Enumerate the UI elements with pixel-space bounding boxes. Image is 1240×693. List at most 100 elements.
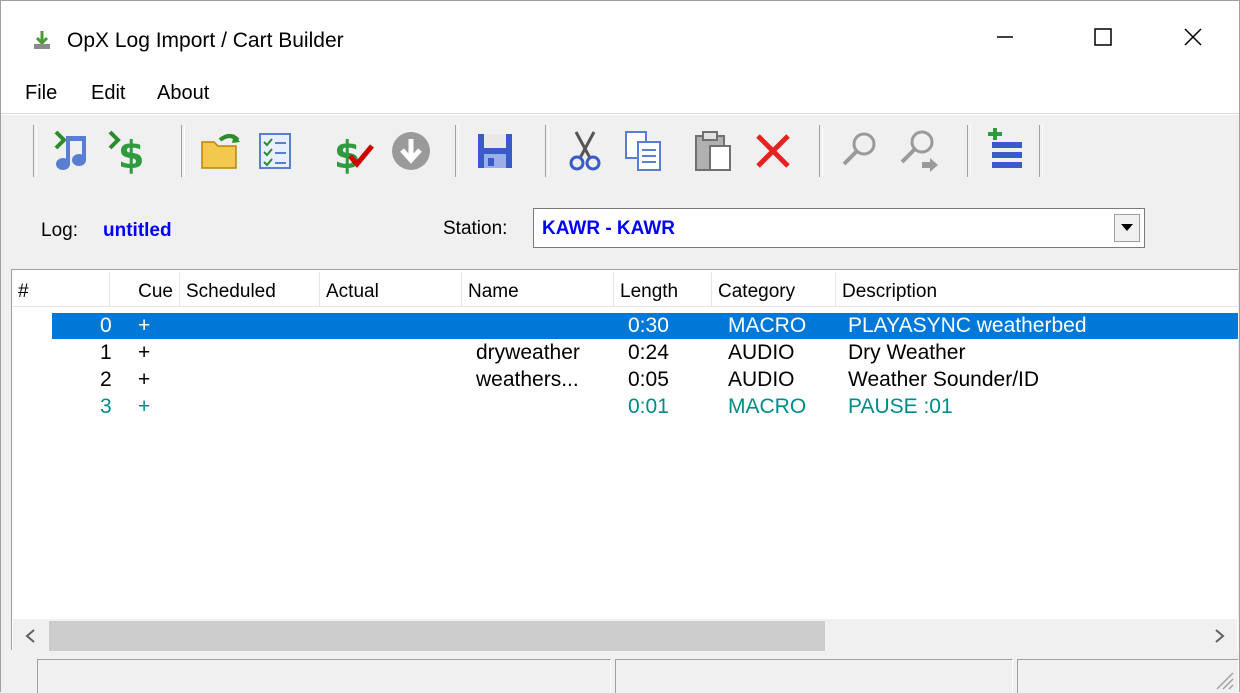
status-pane <box>615 659 1013 693</box>
col-category[interactable]: Category <box>712 272 836 306</box>
checklist-icon <box>259 133 291 169</box>
minimize-button[interactable] <box>959 1 1051 73</box>
checklist-button[interactable] <box>249 125 301 177</box>
cut-icon <box>569 131 601 171</box>
row-description: PLAYASYNC weatherbed <box>848 314 1087 337</box>
toolbar-separator <box>33 125 37 177</box>
row-length: 0:05 <box>628 368 669 391</box>
table-row[interactable]: 0 + 0:30 MACRO PLAYASYNC weatherbed <box>52 313 1238 339</box>
menu-about[interactable]: About <box>157 82 209 105</box>
toolbar-separator <box>967 125 971 177</box>
station-value: KAWR - KAWR <box>542 218 675 239</box>
toolbar-separator <box>1039 125 1043 177</box>
chevron-right-icon <box>1215 629 1225 643</box>
row-length: 0:24 <box>628 341 669 364</box>
title-bar: OpX Log Import / Cart Builder <box>1 1 1239 73</box>
list-header: # Cue Scheduled Actual Name Length Categ… <box>12 272 1238 307</box>
toolbar-separator <box>455 125 459 177</box>
import-money-button[interactable]: $ <box>101 125 153 177</box>
menu-file[interactable]: File <box>25 82 57 105</box>
row-number: 3 <box>100 395 112 418</box>
chevron-left-icon <box>25 629 35 643</box>
col-scheduled[interactable]: Scheduled <box>180 272 320 306</box>
import-money-icon: $ <box>108 130 144 174</box>
copy-icon <box>625 131 661 171</box>
cart-builder-button[interactable] <box>979 125 1031 177</box>
row-number: 0 <box>100 314 112 337</box>
paste-icon <box>695 131 731 171</box>
row-cue: + <box>138 368 151 391</box>
cut-button[interactable] <box>559 125 611 177</box>
delete-button[interactable] <box>747 125 799 177</box>
chevron-down-icon <box>1121 224 1133 231</box>
app-window: OpX Log Import / Cart Builder File Edit … <box>0 0 1240 693</box>
row-category: MACRO <box>728 395 807 418</box>
delete-icon <box>756 134 790 168</box>
open-folder-icon <box>201 134 240 169</box>
menu-edit[interactable]: Edit <box>91 82 125 105</box>
find-button[interactable] <box>833 125 885 177</box>
resize-grip-icon[interactable] <box>1211 667 1235 691</box>
row-description: PAUSE :01 <box>848 395 953 418</box>
minimize-icon <box>997 36 1013 38</box>
menu-bar: File Edit About <box>1 73 1239 114</box>
col-actual[interactable]: Actual <box>320 272 462 306</box>
scroll-right-button[interactable] <box>1203 619 1237 653</box>
station-select[interactable]: KAWR - KAWR <box>533 208 1145 248</box>
col-description[interactable]: Description <box>836 272 1238 306</box>
scroll-thumb[interactable] <box>49 621 825 651</box>
find-icon <box>842 132 876 166</box>
cart-builder-icon <box>988 128 1022 168</box>
status-bar <box>1 655 1239 693</box>
svg-text:$: $ <box>118 133 144 174</box>
open-button[interactable] <box>195 125 247 177</box>
paste-button[interactable] <box>687 125 739 177</box>
station-label: Station: <box>443 218 508 239</box>
app-icon <box>34 31 50 49</box>
svg-text:$: $ <box>334 133 360 174</box>
table-row[interactable]: 3 + 0:01 MACRO PAUSE :01 <box>52 394 1238 420</box>
horizontal-scrollbar[interactable] <box>13 619 1237 653</box>
toolbar-separator <box>545 125 549 177</box>
toolbar-separator <box>819 125 823 177</box>
status-pane <box>1017 659 1239 693</box>
download-button[interactable] <box>385 125 437 177</box>
close-icon <box>1184 28 1202 46</box>
verify-button[interactable]: $ <box>327 125 379 177</box>
find-next-button[interactable] <box>893 125 945 177</box>
row-length: 0:01 <box>628 395 669 418</box>
toolbar-separator <box>181 125 185 177</box>
save-button[interactable] <box>469 125 521 177</box>
col-length[interactable]: Length <box>614 272 712 306</box>
scroll-left-button[interactable] <box>13 619 47 653</box>
col-name[interactable]: Name <box>462 272 614 306</box>
table-row[interactable]: 1 + dryweather 0:24 AUDIO Dry Weather <box>52 340 1238 366</box>
window-title: OpX Log Import / Cart Builder <box>67 29 344 52</box>
import-audio-button[interactable] <box>45 125 97 177</box>
log-list[interactable]: # Cue Scheduled Actual Name Length Categ… <box>11 269 1238 650</box>
row-description: Dry Weather <box>848 341 966 364</box>
row-category: MACRO <box>728 314 807 337</box>
row-length: 0:30 <box>628 314 669 337</box>
maximize-button[interactable] <box>1057 1 1149 73</box>
import-audio-icon <box>54 130 86 170</box>
row-cue: + <box>138 395 151 418</box>
close-button[interactable] <box>1147 1 1239 73</box>
col-cue[interactable]: Cue <box>110 272 180 306</box>
toolbar: $ $ <box>1 114 1239 191</box>
save-icon <box>478 134 512 168</box>
row-name: weathers... <box>476 368 579 391</box>
row-cue: + <box>138 341 151 364</box>
log-name: untitled <box>103 220 172 241</box>
row-category: AUDIO <box>728 341 795 364</box>
row-category: AUDIO <box>728 368 795 391</box>
verify-icon: $ <box>334 133 374 174</box>
row-description: Weather Sounder/ID <box>848 368 1040 391</box>
col-number[interactable]: # <box>12 272 110 306</box>
table-row[interactable]: 2 + weathers... 0:05 AUDIO Weather Sound… <box>52 367 1238 393</box>
status-pane <box>37 659 611 693</box>
row-name: dryweather <box>476 341 580 364</box>
station-dropdown-button[interactable] <box>1114 214 1140 242</box>
copy-button[interactable] <box>617 125 669 177</box>
row-cue: + <box>138 314 151 337</box>
